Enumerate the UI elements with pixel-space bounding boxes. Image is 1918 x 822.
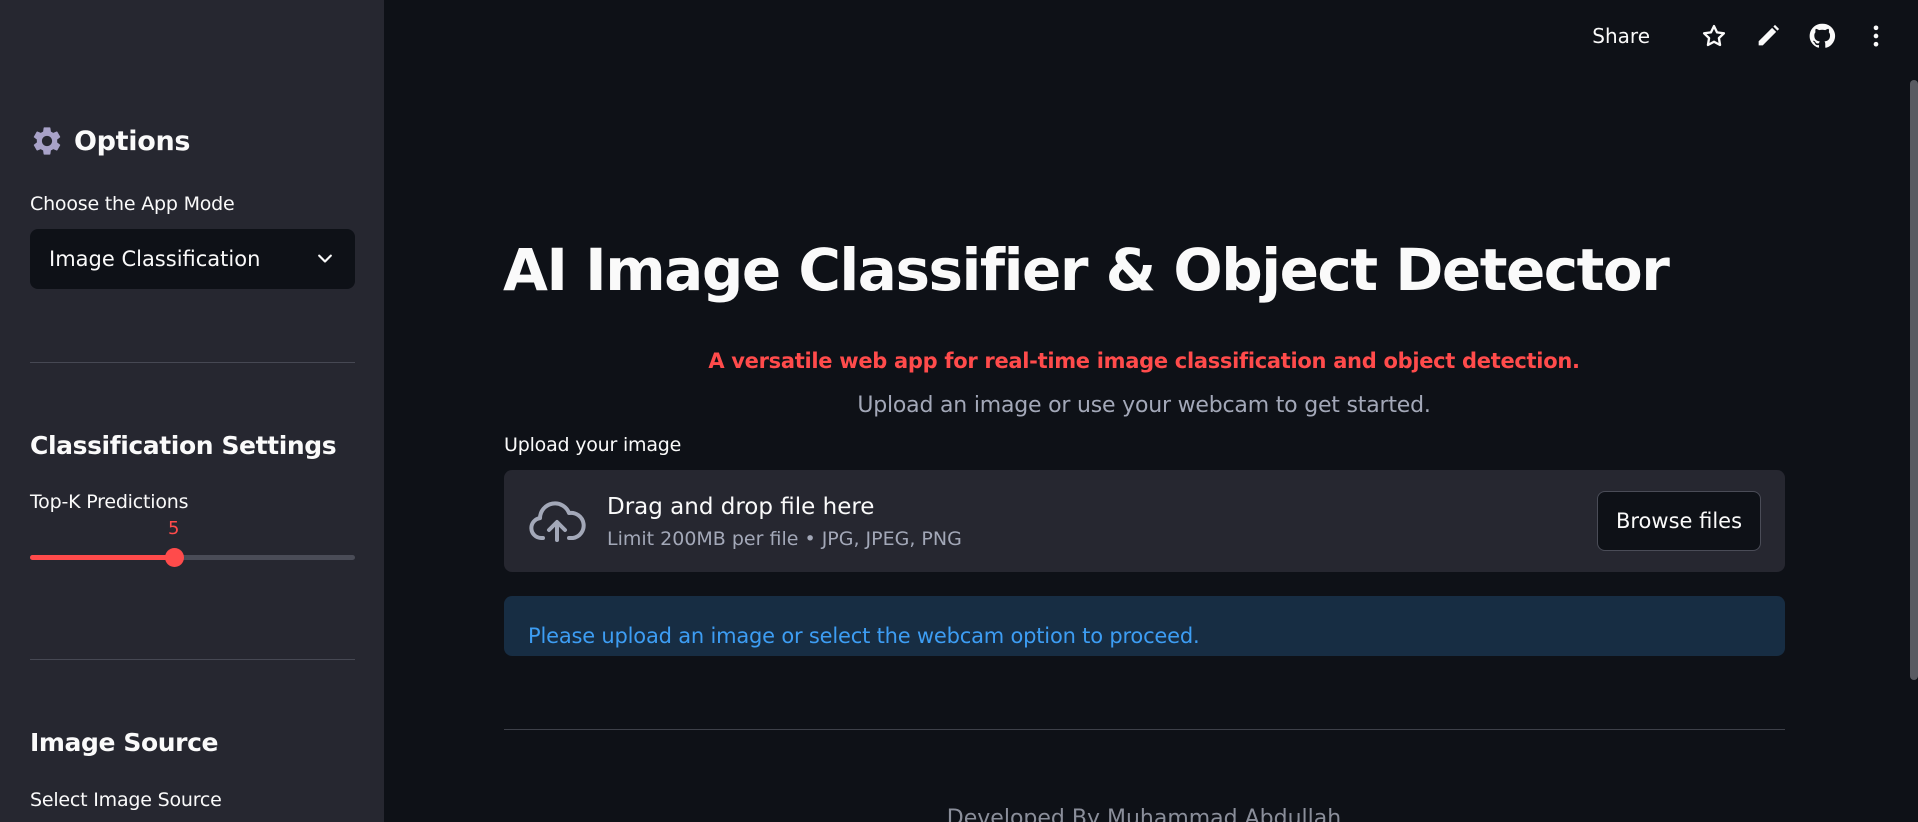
star-icon[interactable] xyxy=(1700,22,1728,50)
topk-slider-fill xyxy=(30,555,175,560)
main-divider xyxy=(504,729,1785,730)
app-mode-label: Choose the App Mode xyxy=(30,193,235,215)
image-source-label: Select Image Source xyxy=(30,789,222,811)
share-button[interactable]: Share xyxy=(1592,24,1650,48)
info-message: Please upload an image or select the web… xyxy=(528,624,1200,648)
info-alert: Please upload an image or select the web… xyxy=(504,596,1785,656)
pencil-icon[interactable] xyxy=(1754,22,1782,50)
upload-label: Upload your image xyxy=(504,434,682,456)
sidebar-header: Options xyxy=(30,124,190,158)
topk-slider-value: 5 xyxy=(168,518,180,539)
sidebar: Options Choose the App Mode Image Classi… xyxy=(0,0,384,822)
instructions: Upload an image or use your webcam to ge… xyxy=(857,393,1431,418)
gear-icon xyxy=(30,124,64,158)
classification-settings-title: Classification Settings xyxy=(30,431,337,460)
more-vertical-icon[interactable] xyxy=(1862,22,1890,50)
dropzone-title: Drag and drop file here xyxy=(607,494,875,520)
sidebar-divider xyxy=(30,362,355,363)
app-mode-select[interactable]: Image Classification xyxy=(30,229,355,289)
sidebar-title: Options xyxy=(74,125,191,157)
tagline: A versatile web app for real-time image … xyxy=(708,349,1580,373)
chevron-down-icon xyxy=(315,249,335,269)
scrollbar[interactable] xyxy=(1910,80,1918,680)
toolbar: Share xyxy=(1592,16,1890,56)
topk-slider-track[interactable] xyxy=(30,555,355,560)
image-source-title: Image Source xyxy=(30,728,219,757)
page-title: AI Image Classifier & Object Detector xyxy=(503,236,1670,304)
github-icon[interactable] xyxy=(1808,22,1836,50)
footer-credit: Developed By Muhammad Abdullah xyxy=(946,806,1342,822)
sidebar-divider xyxy=(30,659,355,660)
cloud-upload-icon xyxy=(528,498,586,544)
file-dropzone[interactable]: Drag and drop file here Limit 200MB per … xyxy=(504,470,1785,572)
app-mode-selected-value: Image Classification xyxy=(49,247,261,271)
dropzone-limits: Limit 200MB per file • JPG, JPEG, PNG xyxy=(607,528,962,550)
browse-files-button[interactable]: Browse files xyxy=(1597,491,1761,551)
topk-label: Top-K Predictions xyxy=(30,491,189,513)
topk-slider-thumb[interactable] xyxy=(165,548,185,567)
